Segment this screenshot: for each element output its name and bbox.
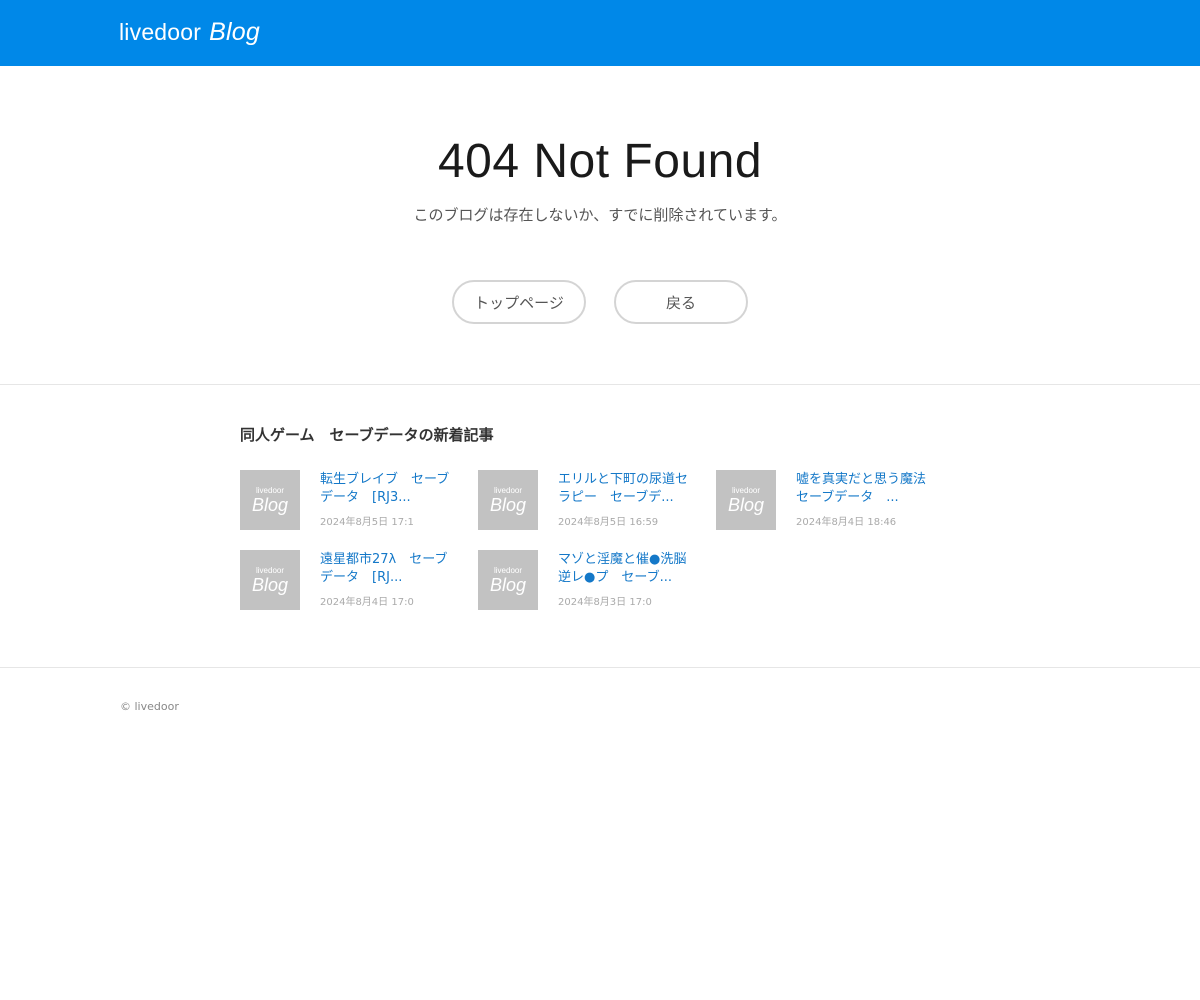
- thumbnail-blog-text: Blog: [251, 574, 289, 595]
- article-text: 嘘を真実だと思う魔法 セーブデータ ... 2024年8月4日 18:46: [796, 470, 936, 530]
- copyright-text: © livedoor: [120, 700, 179, 713]
- article-title-link[interactable]: 遠星都市27λ セーブデータ [RJ...: [320, 551, 460, 587]
- article-title-link[interactable]: エリルと下町の尿道セラピー セーブデ...: [558, 471, 698, 507]
- site-footer: © livedoor: [0, 668, 1200, 788]
- livedoor-blog-logo[interactable]: livedoor Blog: [119, 17, 260, 47]
- action-buttons: トップページ 戻る: [0, 280, 1200, 324]
- article-thumbnail[interactable]: livedoor Blog: [478, 550, 538, 610]
- error-section: 404 Not Found このブログは存在しないか、すでに削除されています。 …: [0, 66, 1200, 384]
- article-title-link[interactable]: マゾと淫魔と催●洗脳逆レ●プ セーブ...: [558, 551, 698, 587]
- article-item[interactable]: livedoor Blog エリルと下町の尿道セラピー セーブデ... 2024…: [478, 470, 716, 530]
- article-date: 2024年8月5日 16:59: [558, 517, 659, 528]
- article-title-link[interactable]: 転生ブレイブ セーブデータ [RJ3...: [320, 471, 460, 507]
- top-page-button[interactable]: トップページ: [452, 280, 586, 324]
- error-message: このブログは存在しないか、すでに削除されています。: [413, 206, 787, 224]
- article-grid: livedoor Blog 転生ブレイブ セーブデータ [RJ3... 2024…: [240, 470, 960, 610]
- article-date: 2024年8月5日 17:1: [320, 517, 414, 528]
- thumbnail-livedoor-text: livedoor: [493, 565, 522, 575]
- site-header: livedoor Blog: [0, 0, 1200, 66]
- logo-livedoor-text: livedoor: [119, 19, 202, 45]
- article-item[interactable]: livedoor Blog 遠星都市27λ セーブデータ [RJ... 2024…: [240, 550, 478, 610]
- page-title: 404 Not Found: [437, 135, 763, 188]
- thumbnail-blog-text: Blog: [489, 574, 527, 595]
- article-text: エリルと下町の尿道セラピー セーブデ... 2024年8月5日 16:59: [558, 470, 698, 530]
- article-thumbnail[interactable]: livedoor Blog: [240, 550, 300, 610]
- thumbnail-blog-text: Blog: [489, 494, 527, 515]
- article-date: 2024年8月4日 17:0: [320, 597, 414, 608]
- article-text: マゾと淫魔と催●洗脳逆レ●プ セーブ... 2024年8月3日 17:0: [558, 550, 698, 610]
- article-item[interactable]: livedoor Blog 嘘を真実だと思う魔法 セーブデータ ... 2024…: [716, 470, 954, 530]
- article-title-link[interactable]: 嘘を真実だと思う魔法 セーブデータ ...: [796, 471, 936, 507]
- article-date: 2024年8月4日 18:46: [796, 517, 897, 528]
- recent-articles-heading: 同人ゲーム セーブデータの新着記事: [240, 426, 494, 444]
- article-item[interactable]: livedoor Blog マゾと淫魔と催●洗脳逆レ●プ セーブ... 2024…: [478, 550, 716, 610]
- thumbnail-livedoor-text: livedoor: [255, 485, 284, 495]
- article-thumbnail[interactable]: livedoor Blog: [240, 470, 300, 530]
- thumbnail-blog-text: Blog: [251, 494, 289, 515]
- recent-articles-section: 同人ゲーム セーブデータの新着記事 livedoor Blog 転生ブレイブ セ…: [0, 385, 1200, 667]
- article-item[interactable]: livedoor Blog 転生ブレイブ セーブデータ [RJ3... 2024…: [240, 470, 478, 530]
- article-thumbnail[interactable]: livedoor Blog: [716, 470, 776, 530]
- thumbnail-blog-text: Blog: [727, 494, 765, 515]
- thumbnail-livedoor-text: livedoor: [255, 565, 284, 575]
- article-thumbnail[interactable]: livedoor Blog: [478, 470, 538, 530]
- article-date: 2024年8月3日 17:0: [558, 597, 652, 608]
- back-button[interactable]: 戻る: [614, 280, 748, 324]
- thumbnail-livedoor-text: livedoor: [493, 485, 522, 495]
- article-text: 転生ブレイブ セーブデータ [RJ3... 2024年8月5日 17:1: [320, 470, 460, 530]
- logo-blog-text: Blog: [209, 18, 260, 46]
- thumbnail-livedoor-text: livedoor: [731, 485, 760, 495]
- article-text: 遠星都市27λ セーブデータ [RJ... 2024年8月4日 17:0: [320, 550, 460, 610]
